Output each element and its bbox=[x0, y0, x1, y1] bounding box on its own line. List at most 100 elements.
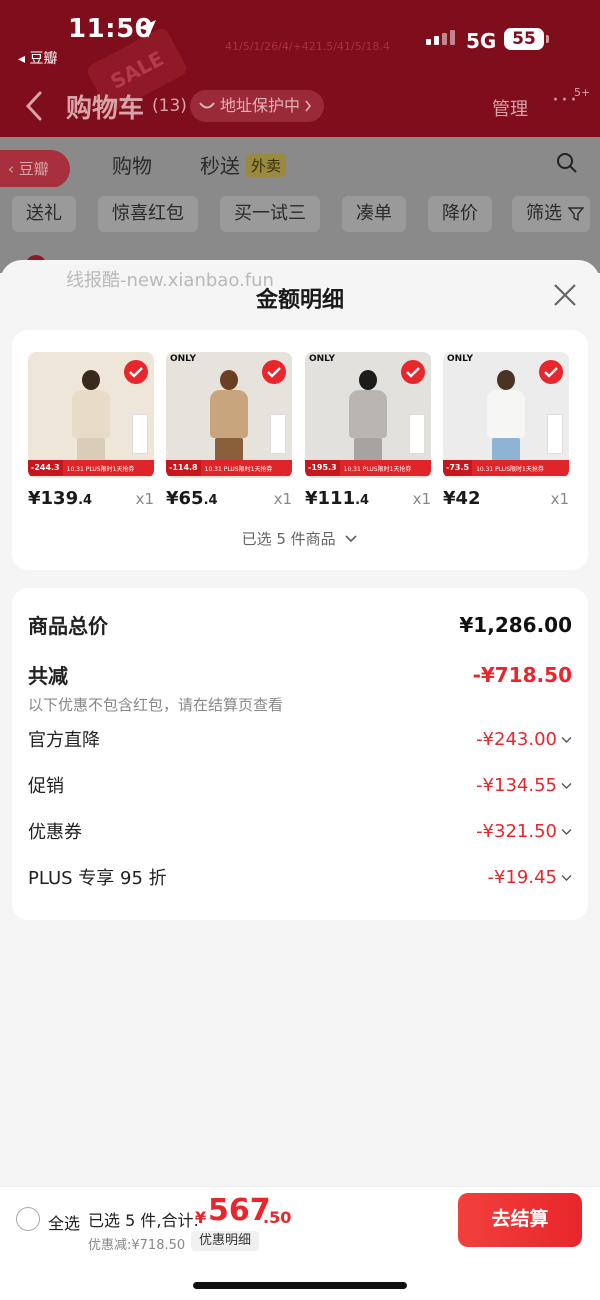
promo-strip: -73.5 10.31 PLUS限时1天抢券 bbox=[443, 460, 569, 476]
close-icon[interactable] bbox=[552, 282, 578, 308]
check-icon[interactable] bbox=[539, 360, 563, 384]
select-all-label[interactable]: 全选 bbox=[48, 1210, 80, 1234]
total-price-row: 商品总价 ¥1,286.00 bbox=[28, 610, 572, 639]
back-to-app-link[interactable]: ◂ 豆瓣 bbox=[18, 48, 57, 68]
chevron-down-icon bbox=[561, 783, 572, 789]
strip-promo-text: 10.31 PLUS限时1天抢券 bbox=[476, 465, 544, 473]
chevron-right-icon bbox=[305, 100, 311, 112]
model-figure bbox=[206, 366, 252, 470]
page-title: 购物车 bbox=[66, 94, 145, 124]
amount-detail-sheet: 金额明细 -244.3 10.31 PLUS限时1天抢券 ¥139.4 x1 ONLY -… bbox=[0, 260, 600, 1185]
tab-instant-delivery[interactable]: 秒送 外卖 bbox=[200, 150, 287, 179]
product-image[interactable]: -244.3 10.31 PLUS限时1天抢券 bbox=[28, 352, 154, 478]
price-tag-decoration bbox=[270, 414, 286, 454]
product-image[interactable]: ONLY -114.8 10.31 PLUS限时1天抢券 bbox=[166, 352, 292, 478]
products-card: -244.3 10.31 PLUS限时1天抢券 ¥139.4 x1 ONLY -114.8… bbox=[12, 330, 588, 570]
filter-price-drop[interactable]: 降价 bbox=[428, 196, 492, 232]
product-price: ¥42 bbox=[443, 488, 481, 509]
chevron-down-icon bbox=[345, 535, 358, 543]
discount-row[interactable]: 促销 -¥134.55 bbox=[28, 772, 572, 798]
promo-strip: -114.8 10.31 PLUS限时1天抢券 bbox=[166, 460, 292, 476]
cart-count: (13) bbox=[152, 96, 187, 116]
total-reduce-value: -¥718.50 bbox=[472, 662, 572, 687]
product-quantity: x1 bbox=[412, 490, 431, 508]
total-amount-decimal: .50 bbox=[263, 1208, 292, 1227]
total-amount-integer: 567 bbox=[208, 1193, 271, 1228]
manage-button[interactable]: 管理 bbox=[492, 95, 528, 121]
selected-items-label: 已选 5 件商品 bbox=[241, 530, 336, 548]
strip-price: -73.5 bbox=[443, 460, 473, 476]
discount-summary: 优惠减:¥718.50 bbox=[88, 1238, 186, 1253]
douban-tag-label: 豆瓣 bbox=[18, 160, 49, 178]
product-price: ¥111.4 bbox=[305, 488, 370, 509]
strip-promo-text: 10.31 PLUS限时1天抢券 bbox=[66, 465, 135, 473]
network-type: 5G bbox=[466, 29, 497, 53]
product-item[interactable]: ONLY -114.8 10.31 PLUS限时1天抢券 ¥65.4 x1 bbox=[166, 352, 292, 509]
discount-label: 优惠券 bbox=[28, 822, 82, 843]
price-tag-decoration bbox=[132, 414, 148, 454]
search-icon[interactable] bbox=[556, 152, 578, 174]
price-tag-decoration bbox=[409, 414, 425, 454]
product-item[interactable]: -244.3 10.31 PLUS限时1天抢券 ¥139.4 x1 bbox=[28, 352, 154, 509]
promo-strip: -195.3 10.31 PLUS限时1天抢券 bbox=[305, 460, 431, 476]
discount-detail-button[interactable]: 优惠明细 bbox=[191, 1231, 260, 1251]
total-price-label: 商品总价 bbox=[28, 614, 108, 638]
discount-row[interactable]: 官方直降 -¥243.00 bbox=[28, 726, 572, 752]
product-item[interactable]: ONLY -73.5 10.31 PLUS限时1天抢券 ¥42 x1 bbox=[443, 352, 569, 509]
discount-row[interactable]: 优惠券 -¥321.50 bbox=[28, 818, 572, 844]
chevron-down-icon bbox=[561, 829, 572, 835]
address-chip-label: 地址保护中 bbox=[220, 96, 301, 115]
check-icon[interactable] bbox=[262, 360, 286, 384]
product-price: ¥65.4 bbox=[166, 488, 218, 509]
brand-logo: ONLY bbox=[170, 354, 197, 364]
model-figure bbox=[68, 366, 114, 470]
douban-return-tag[interactable]: ‹ 豆瓣 bbox=[0, 150, 70, 188]
check-icon[interactable] bbox=[401, 360, 425, 384]
filter-red-packet[interactable]: 惊喜红包 bbox=[98, 196, 198, 232]
product-quantity: x1 bbox=[550, 490, 569, 508]
price-tag-decoration bbox=[547, 414, 563, 454]
total-price-value: ¥1,286.00 bbox=[459, 612, 572, 637]
product-image[interactable]: ONLY -195.3 10.31 PLUS限时1天抢券 bbox=[305, 352, 431, 478]
chevron-down-icon bbox=[561, 737, 572, 743]
product-quantity: x1 bbox=[135, 490, 154, 508]
selected-count-label: 已选 5 件,合计: bbox=[88, 1211, 199, 1230]
tab-shopping[interactable]: 购物 bbox=[112, 150, 152, 179]
checkout-button[interactable]: 去结算 bbox=[458, 1193, 582, 1247]
filter-try[interactable]: 买一试三 bbox=[220, 196, 320, 232]
brand-logo: ONLY bbox=[309, 354, 336, 364]
product-item[interactable]: ONLY -195.3 10.31 PLUS限时1天抢券 ¥111.4 x1 bbox=[305, 352, 431, 509]
strip-price: -195.3 bbox=[305, 460, 340, 476]
home-indicator bbox=[193, 1282, 407, 1289]
filter-bundle[interactable]: 凑单 bbox=[342, 196, 406, 232]
signal-icon bbox=[426, 30, 455, 45]
model-figure bbox=[483, 366, 529, 470]
check-icon[interactable] bbox=[124, 360, 148, 384]
chevron-down-icon bbox=[561, 875, 572, 881]
filter-gift[interactable]: 送礼 bbox=[12, 196, 76, 232]
product-image[interactable]: ONLY -73.5 10.31 PLUS限时1天抢券 bbox=[443, 352, 569, 478]
product-price: ¥139.4 bbox=[28, 488, 93, 509]
header-faint-text: 41/5/1/26/4/+421.5/41/5/18.4 bbox=[225, 40, 390, 53]
funnel-icon bbox=[568, 207, 584, 222]
location-arrow-icon bbox=[138, 20, 156, 38]
discount-row[interactable]: PLUS 专享 95 折 -¥19.45 bbox=[28, 864, 572, 890]
strip-price: -114.8 bbox=[166, 460, 201, 476]
discount-label: 官方直降 bbox=[28, 730, 100, 751]
selected-items-toggle[interactable]: 已选 5 件商品 bbox=[12, 528, 588, 549]
waimai-badge: 外卖 bbox=[246, 154, 287, 177]
promo-strip: -244.3 10.31 PLUS限时1天抢券 bbox=[28, 460, 154, 476]
price-summary-card: 商品总价 ¥1,286.00 共减 -¥718.50 以下优惠不包含红包，请在结… bbox=[12, 588, 588, 920]
select-all-radio[interactable] bbox=[16, 1207, 40, 1231]
strip-price: -244.3 bbox=[28, 460, 63, 476]
discount-value: -¥243.00 bbox=[476, 729, 572, 750]
model-figure bbox=[345, 366, 391, 470]
discount-note: 以下优惠不包含红包，请在结算页查看 bbox=[28, 696, 284, 714]
filter-screen[interactable]: 筛选 bbox=[512, 196, 590, 232]
discount-label: 促销 bbox=[28, 776, 64, 797]
address-protection-chip[interactable]: 地址保护中 bbox=[190, 90, 325, 122]
battery-icon: 55 bbox=[504, 28, 549, 50]
total-reduce-row: 共减 -¥718.50 bbox=[28, 660, 572, 689]
back-arrow-icon[interactable] bbox=[24, 90, 44, 122]
tab-instant-label: 秒送 bbox=[200, 154, 240, 178]
